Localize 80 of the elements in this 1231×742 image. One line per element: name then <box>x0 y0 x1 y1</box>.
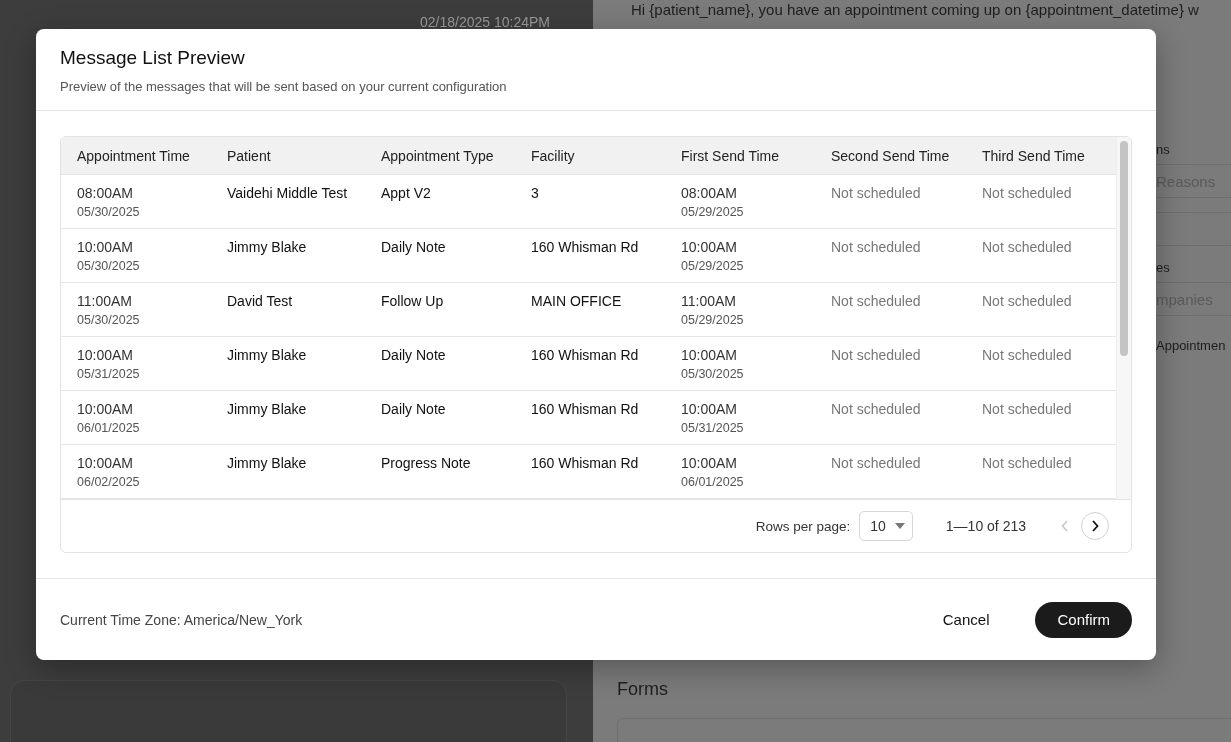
table-cell-text: Not scheduled <box>831 455 922 471</box>
table-cell-text: Not scheduled <box>982 347 1073 363</box>
timezone-label: Current Time Zone: America/New_York <box>60 611 303 628</box>
table-cell-text: 10:00AM <box>681 239 739 255</box>
table-cell-text: 05/31/2025 <box>77 367 141 381</box>
timestamp: 02/18/2025 10:24PM <box>420 14 551 30</box>
table-cell-text: 3 <box>531 185 540 201</box>
table-cell-text: Not scheduled <box>831 293 922 309</box>
table-cell-text: 05/29/2025 <box>681 259 745 273</box>
table-cell-text: Appt V2 <box>381 185 432 201</box>
column-header: Third Send Time <box>982 147 1086 164</box>
table-cell-text: 10:00AM <box>77 239 135 255</box>
table-cell-text: Progress Note <box>381 455 472 471</box>
table-cell-text: 160 Whisman Rd <box>531 455 640 471</box>
cancel-button[interactable]: Cancel <box>918 603 1014 636</box>
table-cell-text: Not scheduled <box>982 293 1073 309</box>
column-header: Facility <box>531 147 576 164</box>
table-cell-text: Jimmy Blake <box>227 401 308 417</box>
table-cell-text: 05/29/2025 <box>681 205 745 219</box>
caret-icon <box>894 523 905 529</box>
column-header: Second Send Time <box>831 147 951 164</box>
table-cell-text: 10:00AM <box>681 347 739 363</box>
table-cell-text: 11:00AM <box>77 293 133 309</box>
table-cell-text: Follow Up <box>381 293 445 309</box>
table-cell-text: MAIN OFFICE <box>531 293 623 309</box>
table-cell-text: Not scheduled <box>831 239 922 255</box>
table-cell-text: Not scheduled <box>982 401 1073 417</box>
table-cell-text: 160 Whisman Rd <box>531 347 640 363</box>
table-cell-text: 10:00AM <box>77 455 135 471</box>
table-cell-text: Not scheduled <box>982 455 1073 471</box>
chevron-left-icon <box>1061 520 1069 532</box>
field-label: es <box>1156 260 1171 277</box>
dialog-title: Message List Preview <box>60 47 246 69</box>
next-page-button[interactable] <box>1081 512 1109 540</box>
table-cell-text: 06/02/2025 <box>77 475 141 489</box>
dialog-subtitle: Preview of the messages that will be sent based on your current configuration <box>60 79 508 94</box>
table-cell-text: Daily Note <box>381 347 447 363</box>
table-cell-text: 05/30/2025 <box>77 313 141 327</box>
table-cell-text: 05/30/2025 <box>77 259 141 273</box>
rows-per-page-select[interactable]: 10 <box>859 511 913 541</box>
table-cell-text: Not scheduled <box>982 239 1073 255</box>
table-cell-text: 10:00AM <box>77 347 135 363</box>
table-cell-text: Jimmy Blake <box>227 455 308 471</box>
column-header: Appointment Time <box>77 147 191 164</box>
field-label: ns <box>1156 142 1171 159</box>
table-cell-text: 08:00AM <box>681 185 739 201</box>
table-cell-text: Not scheduled <box>982 185 1073 201</box>
table-cell-text: 10:00AM <box>77 401 135 417</box>
table-cell-text: Vaidehi Middle Test <box>227 185 349 201</box>
table-cell-text: 08:00AM <box>77 185 135 201</box>
rows-per-page-label: Rows per page: <box>755 518 851 534</box>
column-header: Patient <box>227 147 272 164</box>
chevron-right-icon <box>1091 520 1099 532</box>
scrollbar-thumb[interactable] <box>1120 141 1128 356</box>
table-cell-text: 05/31/2025 <box>681 421 745 435</box>
field-label: Appointmen <box>1156 338 1227 355</box>
table-cell-text: Daily Note <box>381 401 447 417</box>
table-cell-text: 10:00AM <box>681 455 739 471</box>
column-header: Appointment Type <box>381 147 495 164</box>
table-cell-text: 05/30/2025 <box>77 205 141 219</box>
message-template: Hi {patient_name}, you have an appointment coming up on {appointment_datetime} w <box>631 0 1200 20</box>
table-cell-text: 10:00AM <box>681 401 739 417</box>
table-cell-text: Not scheduled <box>831 401 922 417</box>
table-cell-text: 05/29/2025 <box>681 313 745 327</box>
table-cell-text: Jimmy Blake <box>227 239 308 255</box>
table-cell-text: 160 Whisman Rd <box>531 239 640 255</box>
table-cell-text: 11:00AM <box>681 293 737 309</box>
table-cell-text: David Test <box>227 293 294 309</box>
table-cell-text: Jimmy Blake <box>227 347 308 363</box>
column-header: First Send Time <box>681 147 781 164</box>
page-range: 1—10 of 213 <box>945 518 1026 534</box>
table-cell-text: Daily Note <box>381 239 447 255</box>
table-cell-text: 160 Whisman Rd <box>531 401 640 417</box>
section-title: Forms <box>617 679 668 700</box>
table-cell-text: 05/30/2025 <box>681 367 745 381</box>
table-cell-text: Not scheduled <box>831 347 922 363</box>
confirm-button[interactable]: Confirm <box>1035 601 1132 638</box>
table-cell-text: 06/01/2025 <box>681 475 745 489</box>
table-cell-text: Not scheduled <box>831 185 922 201</box>
table-cell-text: 06/01/2025 <box>77 421 141 435</box>
